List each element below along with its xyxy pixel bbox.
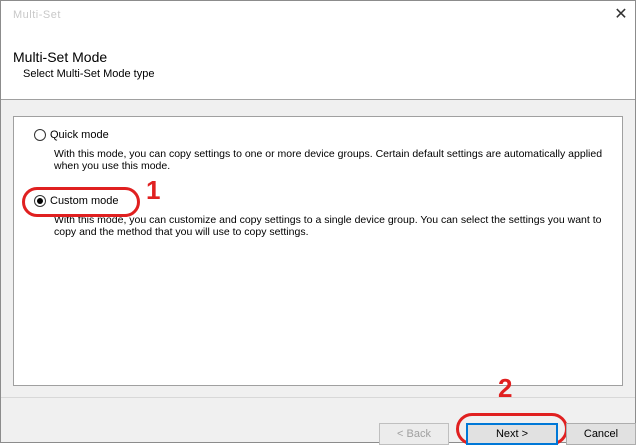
- options-panel: Quick mode With this mode, you can copy …: [13, 116, 623, 386]
- title-bar: Multi-Set ✕: [1, 1, 635, 29]
- custom-mode-description: With this mode, you can customize and co…: [54, 214, 602, 238]
- dialog-header: Multi-Set Mode Select Multi-Set Mode typ…: [1, 29, 635, 100]
- page-subtitle: Select Multi-Set Mode type: [23, 68, 155, 80]
- back-button[interactable]: < Back: [379, 423, 449, 445]
- callout-oval-step1: [22, 187, 140, 217]
- cancel-button[interactable]: Cancel: [566, 423, 636, 445]
- callout-number-step2: 2: [498, 373, 513, 403]
- close-icon[interactable]: ✕: [611, 5, 631, 25]
- quick-mode-label[interactable]: Quick mode: [50, 129, 109, 141]
- quick-mode-option[interactable]: Quick mode: [34, 129, 109, 141]
- page-title: Multi-Set Mode: [13, 49, 108, 65]
- callout-number-step1: 1: [146, 175, 161, 205]
- window-title: Multi-Set: [13, 9, 61, 21]
- footer-separator: [1, 397, 635, 398]
- next-button[interactable]: Next >: [466, 423, 558, 445]
- quick-mode-radio[interactable]: [34, 129, 46, 141]
- quick-mode-description: With this mode, you can copy settings to…: [54, 148, 603, 172]
- dialog-window: Multi-Set ✕ Multi-Set Mode Select Multi-…: [0, 0, 636, 445]
